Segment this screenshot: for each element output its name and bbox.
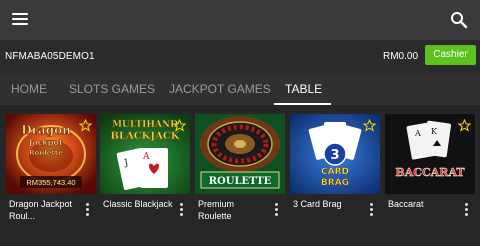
- logo-text: MULTIHAND: [112, 120, 178, 130]
- game-title[interactable]: Baccarat: [388, 198, 458, 210]
- more-options-icon[interactable]: [370, 203, 374, 216]
- game-card-baccarat[interactable]: A K BACCARAT Baccarat: [385, 114, 475, 219]
- game-card-3-card-brag[interactable]: 3 CARD BRAG 3 Card Brag: [290, 114, 380, 219]
- game-card-dragon-jackpot-roulette[interactable]: Dragon Jackpot Roulette RM355,743.40 Dra…: [6, 114, 96, 222]
- active-tab-indicator: [274, 103, 331, 105]
- logo-text: Jackpot: [28, 138, 63, 147]
- game-card-classic-blackjack[interactable]: MULTIHAND BLACKJACK J A Classic Blackjac…: [100, 114, 190, 219]
- game-title[interactable]: Dragon Jackpot Roul...: [9, 198, 79, 222]
- logo-text: Dragon: [21, 123, 71, 137]
- account-bar: NFMABA05DEMO1 RM0.00: [0, 40, 480, 73]
- star-icon[interactable]: [458, 119, 471, 132]
- tab-home[interactable]: HOME: [11, 82, 47, 96]
- star-icon[interactable]: [363, 119, 376, 132]
- game-title[interactable]: 3 Card Brag: [293, 198, 363, 210]
- tab-jackpot-games[interactable]: JACKPOT GAMES: [169, 82, 271, 96]
- more-options-icon[interactable]: [465, 203, 469, 216]
- svg-text:K: K: [431, 127, 438, 136]
- jackpot-amount: RM355,743.40: [26, 178, 75, 187]
- logo-text: CARD: [321, 167, 349, 177]
- svg-text:A: A: [142, 152, 150, 162]
- search-icon[interactable]: [450, 11, 468, 29]
- category-tabs: HOME SLOTS GAMES JACKPOT GAMES TABLE: [0, 73, 480, 105]
- top-app-bar: [0, 0, 480, 40]
- more-options-icon[interactable]: [180, 203, 184, 216]
- game-thumbnail[interactable]: ROULETTE: [195, 114, 285, 194]
- hamburger-menu-icon[interactable]: [12, 13, 28, 25]
- username: NFMABA05DEMO1: [5, 51, 95, 62]
- cashier-button[interactable]: Cashier: [425, 45, 476, 65]
- logo-text: BACCARAT: [395, 166, 465, 179]
- game-title[interactable]: Premium Roulette: [198, 198, 268, 222]
- logo-text: 3: [330, 148, 339, 163]
- tab-table[interactable]: TABLE: [285, 82, 322, 96]
- logo-text: BRAG: [321, 178, 349, 188]
- logo-text: ROULETTE: [209, 176, 272, 187]
- more-options-icon[interactable]: [275, 203, 279, 216]
- svg-text:A: A: [414, 129, 421, 138]
- tab-slots-games[interactable]: SLOTS GAMES: [69, 82, 155, 96]
- logo-text: BLACKJACK: [110, 131, 179, 142]
- logo-text: Roulette: [29, 149, 63, 157]
- star-icon[interactable]: [173, 119, 186, 132]
- balance: RM0.00: [383, 51, 419, 62]
- star-icon[interactable]: [79, 119, 92, 132]
- game-title[interactable]: Classic Blackjack: [103, 198, 173, 210]
- more-options-icon[interactable]: [86, 203, 90, 216]
- game-card-premium-roulette[interactable]: ROULETTE Premium Roulette: [195, 114, 285, 222]
